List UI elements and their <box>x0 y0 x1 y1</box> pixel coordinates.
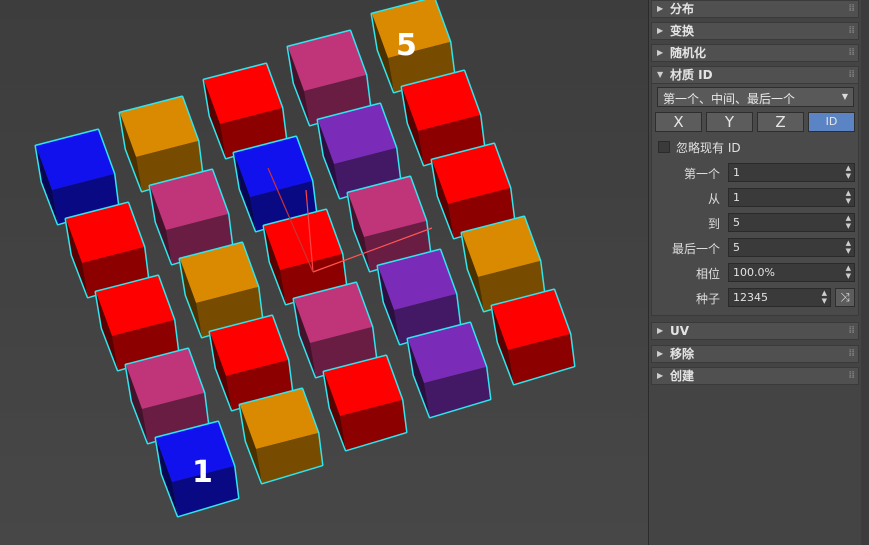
axis-z-button[interactable]: Z <box>757 112 804 132</box>
rollout-remove[interactable]: ▶ 移除 ⁞⁞ <box>651 345 859 363</box>
axis-id-button[interactable]: ID <box>808 112 855 132</box>
expand-arrow-icon: ▶ <box>657 349 664 358</box>
from-spinner[interactable]: 1 ▲ ▼ <box>728 188 855 207</box>
spinner-arrows-icon[interactable]: ▲ ▼ <box>846 214 851 230</box>
spinner-value: 1 <box>733 191 740 204</box>
rollout-title: 分布 <box>670 2 695 16</box>
command-panel: ▶ 分布 ⁞⁞ ▶ 变换 ⁞⁞ ▶ 随机化 ⁞⁞ ▼ 材质 ID ⁞⁞ 第一个、… <box>648 0 869 545</box>
expand-arrow-icon: ▶ <box>657 371 664 380</box>
chevron-down-icon: ▼ <box>841 92 848 101</box>
array-box[interactable] <box>490 288 576 386</box>
last-label: 最后一个 <box>671 242 720 256</box>
grip-icon: ⁞⁞ <box>848 325 855 336</box>
spinner-arrows-icon[interactable]: ▲ ▼ <box>846 189 851 205</box>
grip-icon: ⁞⁞ <box>848 25 855 36</box>
panel-scrollbar[interactable] <box>861 0 869 545</box>
grip-icon: ⁞⁞ <box>848 47 855 58</box>
3d-viewport[interactable]: 15 <box>0 0 648 545</box>
first-spinner[interactable]: 1 ▲ ▼ <box>728 163 855 182</box>
rollout-distribution[interactable]: ▶ 分布 ⁞⁞ <box>651 0 859 18</box>
expand-arrow-icon: ▶ <box>657 4 664 13</box>
grip-icon: ⁞⁞ <box>848 69 855 80</box>
spinner-value: 12345 <box>733 291 768 304</box>
spinner-arrows-icon[interactable]: ▲ ▼ <box>822 289 827 305</box>
grip-icon: ⁞⁞ <box>848 348 855 359</box>
from-label: 从 <box>707 192 720 206</box>
rollout-transform[interactable]: ▶ 变换 ⁞⁞ <box>651 22 859 40</box>
rollout-title: 创建 <box>670 369 695 383</box>
rollout-uv[interactable]: ▶ UV ⁞⁞ <box>651 322 859 340</box>
grip-icon: ⁞⁞ <box>848 370 855 381</box>
dropdown-value: 第一个、中间、最后一个 <box>663 92 796 106</box>
box-label-start: 1 <box>192 455 213 490</box>
box-label-end: 5 <box>396 28 417 63</box>
spinner-arrows-icon[interactable]: ▲ ▼ <box>846 239 851 255</box>
to-spinner[interactable]: 5 ▲ ▼ <box>728 213 855 232</box>
shuffle-icon: ⤨ <box>840 290 850 304</box>
spinner-arrows-icon[interactable]: ▲ ▼ <box>846 164 851 180</box>
spinner-value: 5 <box>733 241 740 254</box>
shuffle-seed-button[interactable]: ⤨ <box>835 288 855 307</box>
phase-label: 相位 <box>695 267 720 281</box>
spinner-arrows-icon[interactable]: ▲ ▼ <box>846 264 851 280</box>
spinner-value: 1 <box>733 166 740 179</box>
collapse-arrow-icon: ▼ <box>657 70 664 79</box>
last-spinner[interactable]: 5 ▲ ▼ <box>728 238 855 257</box>
rollout-title: 随机化 <box>670 46 707 60</box>
array-box[interactable] <box>238 387 324 485</box>
expand-arrow-icon: ▶ <box>657 326 664 335</box>
axis-x-button[interactable]: X <box>655 112 702 132</box>
rollout-title: 变换 <box>670 24 695 38</box>
material-mode-dropdown[interactable]: 第一个、中间、最后一个 ▼ <box>657 87 854 107</box>
rollout-title: 移除 <box>670 347 695 361</box>
to-label: 到 <box>707 217 720 231</box>
seed-spinner[interactable]: 12345 ▲ ▼ <box>728 288 831 307</box>
axis-y-button[interactable]: Y <box>706 112 753 132</box>
rollout-randomize[interactable]: ▶ 随机化 ⁞⁞ <box>651 44 859 62</box>
ignore-existing-label: 忽略现有 ID <box>676 141 741 155</box>
grip-icon: ⁞⁞ <box>848 3 855 14</box>
material-id-rollout-body: 第一个、中间、最后一个 ▼ X Y Z ID 忽略现有 ID 第一个 1 ▲ ▼ 从… <box>651 84 859 316</box>
ignore-existing-checkbox[interactable] <box>658 141 670 153</box>
seed-label: 种子 <box>695 292 720 306</box>
expand-arrow-icon: ▶ <box>657 26 664 35</box>
spinner-value: 100.0% <box>733 266 775 279</box>
expand-arrow-icon: ▶ <box>657 48 664 57</box>
rollout-material-id[interactable]: ▼ 材质 ID ⁞⁞ <box>651 66 859 84</box>
phase-spinner[interactable]: 100.0% ▲ ▼ <box>728 263 855 282</box>
first-label: 第一个 <box>683 167 720 181</box>
array-box[interactable] <box>322 354 408 452</box>
spinner-value: 5 <box>733 216 740 229</box>
rollout-title: 材质 ID <box>670 68 713 82</box>
rollout-title: UV <box>670 324 690 338</box>
rollout-create[interactable]: ▶ 创建 ⁞⁞ <box>651 367 859 385</box>
box-array-scene: 15 <box>34 0 576 518</box>
array-box[interactable] <box>406 321 492 419</box>
